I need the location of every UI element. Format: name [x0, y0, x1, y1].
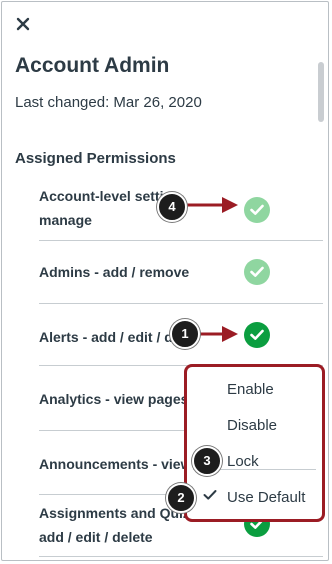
- menu-item-use-default[interactable]: Use Default: [227, 489, 305, 506]
- section-title: Assigned Permissions: [15, 150, 176, 167]
- status-enabled-icon[interactable]: [244, 322, 270, 348]
- callout-badge-2: 2: [166, 483, 196, 513]
- menu-item-disable[interactable]: Disable: [227, 417, 277, 434]
- status-enabled-icon[interactable]: [244, 197, 270, 223]
- callout-badge-4: 4: [157, 192, 187, 222]
- menu-item-enable[interactable]: Enable: [227, 381, 274, 398]
- permission-row: Admins - add / remove: [39, 241, 323, 304]
- callout-badge-3: 3: [192, 446, 222, 476]
- scrollbar-thumb[interactable]: [318, 62, 324, 122]
- permission-label: Admins - add / remove: [39, 264, 190, 280]
- page-title: Account Admin: [15, 54, 170, 77]
- last-changed-text: Last changed: Mar 26, 2020: [15, 94, 202, 111]
- permission-options-menu: Enable Disable Lock Use Default: [184, 364, 325, 522]
- checkmark-icon: [203, 490, 217, 500]
- callout-arrow: [186, 197, 238, 213]
- close-icon[interactable]: [15, 16, 31, 32]
- menu-item-lock[interactable]: Lock: [227, 453, 259, 470]
- menu-pointer-icon: [251, 350, 265, 358]
- status-enabled-icon[interactable]: [244, 259, 270, 285]
- callout-badge-1: 1: [170, 319, 200, 349]
- callout-arrow: [198, 326, 238, 342]
